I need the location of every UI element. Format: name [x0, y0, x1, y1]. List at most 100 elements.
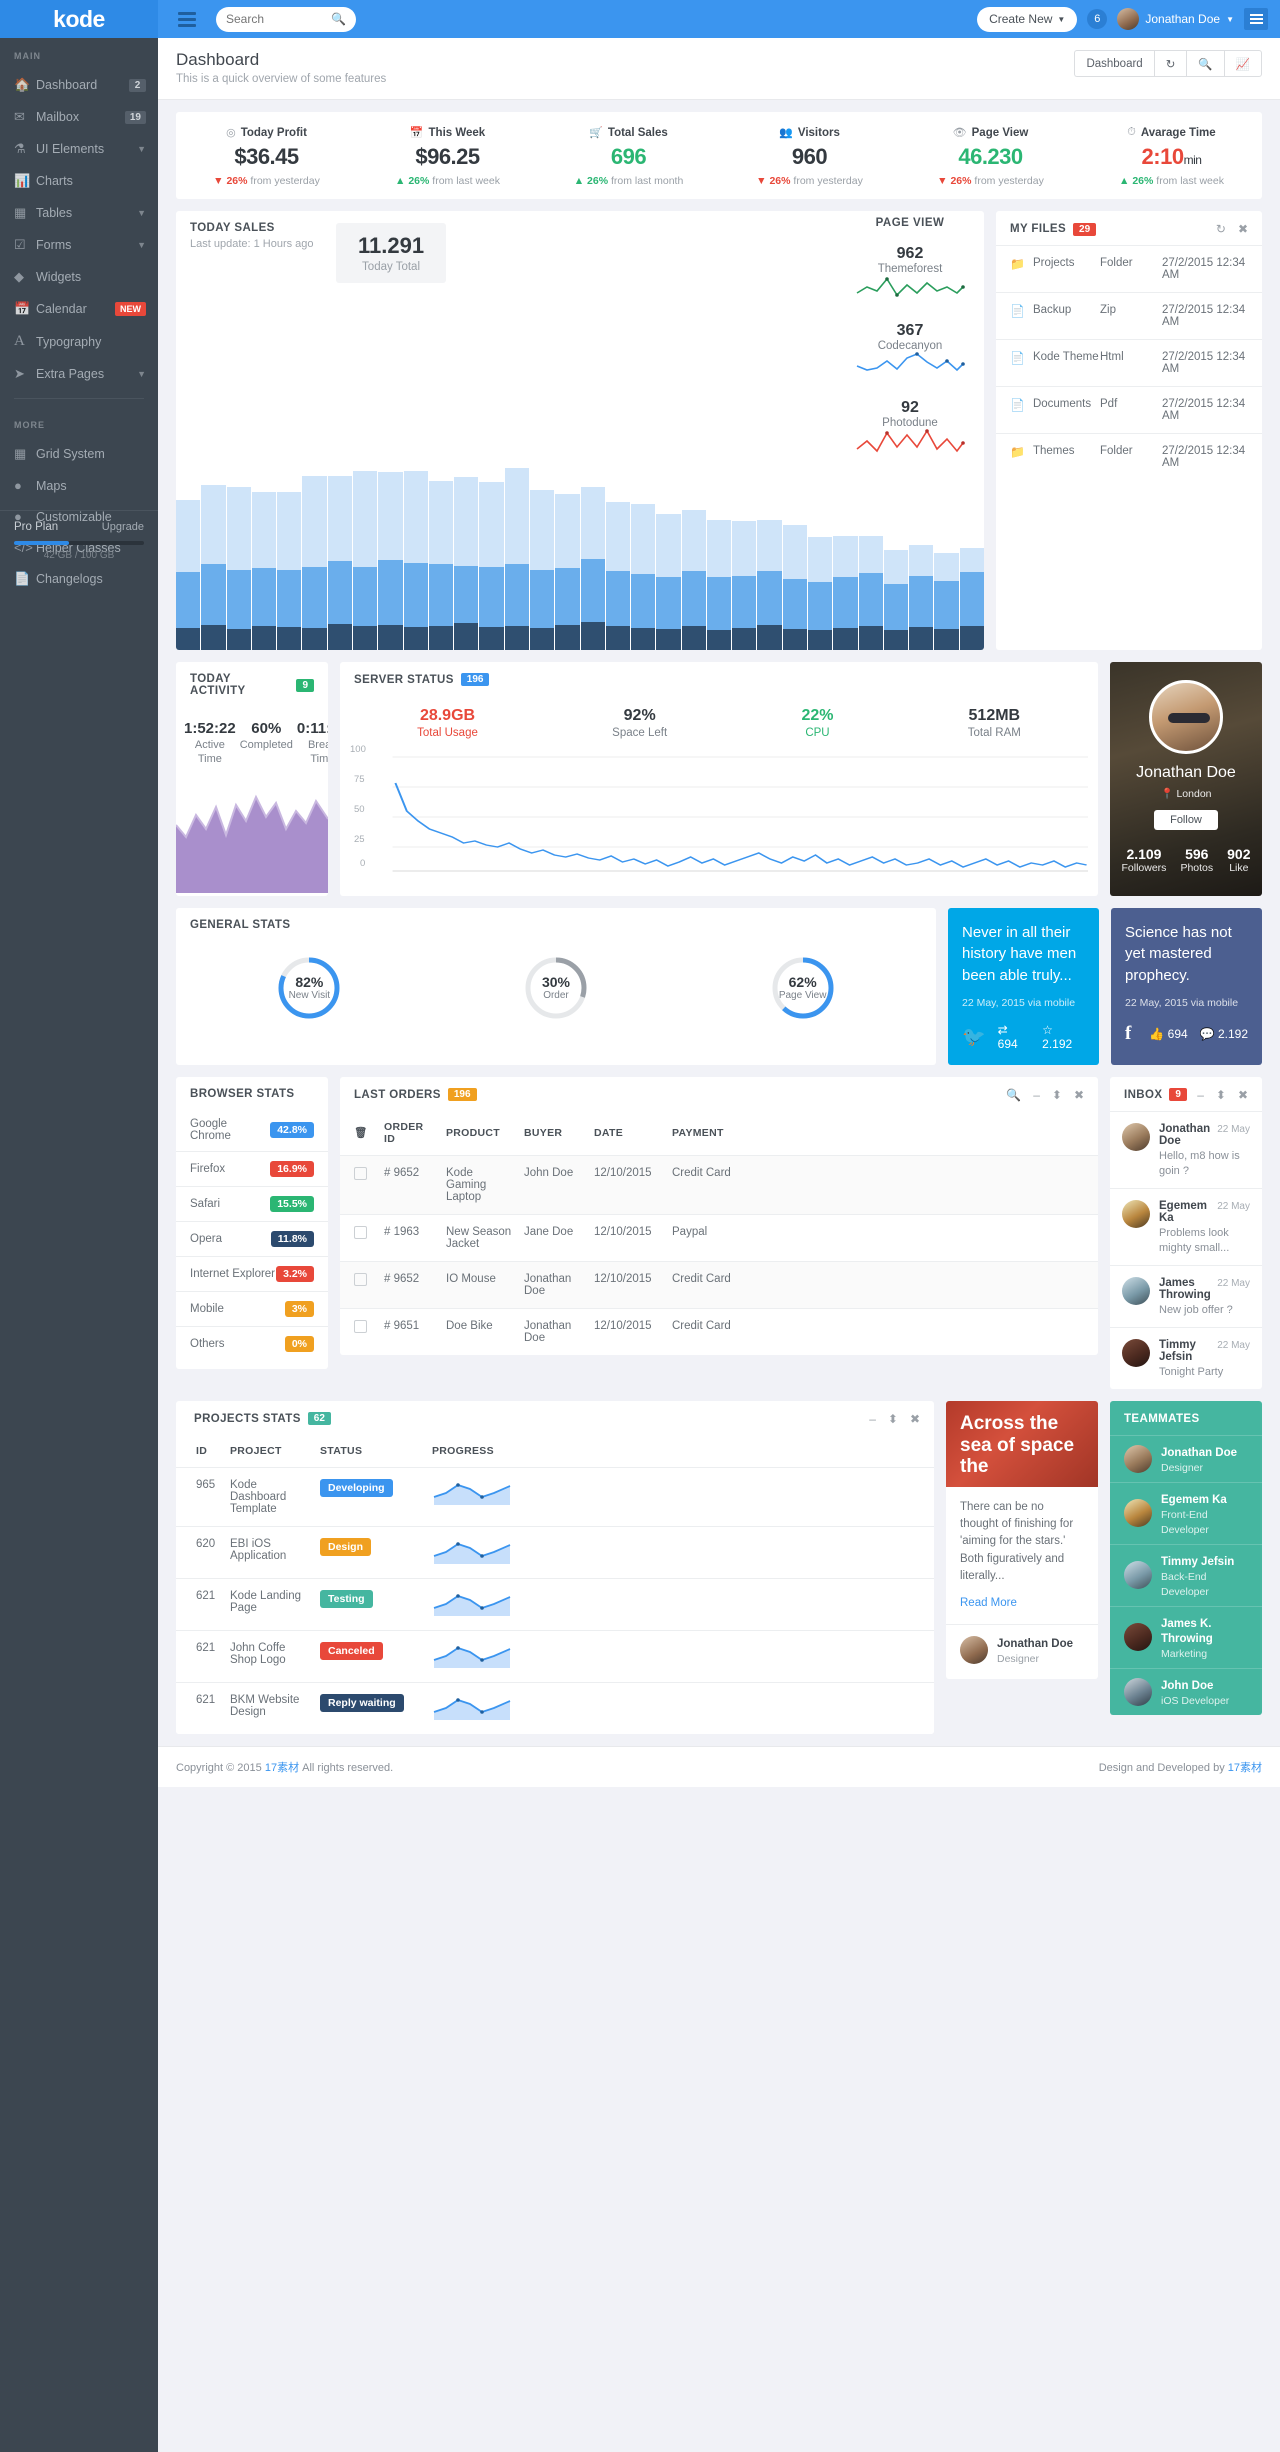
sidebar-item-dashboard[interactable]: 🏠 Dashboard 2: [0, 69, 158, 101]
expand-icon[interactable]: ⬍: [888, 1412, 898, 1426]
close-icon[interactable]: ✖: [1238, 1088, 1248, 1102]
search-icon[interactable]: 🔍: [331, 12, 346, 26]
list-item[interactable]: Egemem Ka Front-End Developer: [1110, 1481, 1262, 1544]
user-menu[interactable]: Jonathan Doe ▼: [1117, 8, 1234, 30]
footer-link[interactable]: 17素材: [265, 1762, 299, 1774]
list-item[interactable]: 📄 Documents Pdf 27/2/2015 12:34 AM: [996, 386, 1262, 433]
notification-badge[interactable]: 6: [1087, 9, 1108, 29]
table-row[interactable]: 620 EBI iOS Application Design: [176, 1525, 934, 1579]
bar-segment: [327, 624, 352, 650]
list-item[interactable]: 📄 Kode Theme Html 27/2/2015 12:34 AM: [996, 339, 1262, 386]
col-buyer: BUYER: [524, 1126, 563, 1139]
bar-column: [226, 486, 251, 650]
sidebar-item-extra-pages[interactable]: ➤ Extra Pages ▼: [0, 358, 158, 390]
table-row[interactable]: # 9651 Doe Bike Jonathan Doe 12/10/2015 …: [340, 1307, 1098, 1355]
close-icon[interactable]: ✖: [910, 1412, 920, 1426]
table-row[interactable]: 965 Kode Dashboard Template Developing: [176, 1466, 934, 1527]
list-item[interactable]: Opera 11.8%: [176, 1220, 328, 1256]
refresh-icon[interactable]: ↻: [1153, 50, 1187, 77]
stat-delta: ▲ 26% from last week: [395, 175, 500, 187]
server-status-line-chart: [392, 756, 1088, 872]
minimize-icon[interactable]: –: [1033, 1088, 1040, 1102]
list-item[interactable]: Mobile 3%: [176, 1290, 328, 1326]
menu-toggle-button[interactable]: [170, 11, 204, 27]
expand-icon[interactable]: ⬍: [1216, 1088, 1226, 1102]
right-panel-toggle[interactable]: [1244, 8, 1268, 30]
footer-link[interactable]: 17素材: [1228, 1762, 1262, 1774]
search-icon[interactable]: 🔍: [1006, 1088, 1021, 1102]
follow-button[interactable]: Follow: [1154, 810, 1218, 830]
table-row[interactable]: 621 Kode Landing Page Testing: [176, 1577, 934, 1631]
list-item[interactable]: James K. Throwing Marketing: [1110, 1605, 1262, 1668]
dashboard-button[interactable]: Dashboard: [1074, 50, 1154, 77]
progress-sparkline: [433, 1645, 511, 1668]
list-item[interactable]: 📄 Backup Zip 27/2/2015 12:34 AM: [996, 292, 1262, 339]
table-row[interactable]: # 9652 Kode Gaming Laptop John Doe 12/10…: [340, 1154, 1098, 1215]
sidebar-item-forms[interactable]: ☑ Forms ▼: [0, 229, 158, 261]
list-item[interactable]: Jonathan Doe Designer: [1110, 1434, 1262, 1482]
search-input[interactable]: [226, 12, 326, 26]
table-row[interactable]: # 9652 IO Mouse Jonathan Doe 12/10/2015 …: [340, 1260, 1098, 1309]
search-box[interactable]: 🔍: [216, 6, 356, 32]
list-item[interactable]: Others 0%: [176, 1325, 328, 1361]
list-item[interactable]: Firefox 16.9%: [176, 1150, 328, 1186]
list-item[interactable]: Jonathan Doe 22 May Hello, m8 how is goin …: [1110, 1110, 1262, 1188]
row-checkbox[interactable]: [354, 1225, 367, 1239]
list-item[interactable]: 📁 Themes Folder 27/2/2015 12:34 AM: [996, 433, 1262, 480]
row-checkbox[interactable]: [354, 1319, 367, 1333]
sidebar-item-label: Mailbox: [36, 110, 80, 124]
list-item[interactable]: John Doe iOS Developer: [1110, 1667, 1262, 1715]
create-new-button[interactable]: Create New ▼: [977, 6, 1078, 32]
facebook-quote: Science has not yet mastered prophecy.: [1125, 923, 1232, 985]
close-icon[interactable]: ✖: [1238, 222, 1248, 236]
close-icon[interactable]: ✖: [1074, 1088, 1084, 1102]
table-row[interactable]: 621 John Coffe Shop Logo Canceled: [176, 1629, 934, 1683]
file-type: Zip: [1100, 304, 1116, 316]
sidebar-item-maps[interactable]: ● Maps: [0, 470, 158, 501]
row-checkbox[interactable]: [354, 1166, 367, 1180]
list-item[interactable]: Egemem Ka 22 May Problems look mighty smal…: [1110, 1187, 1262, 1265]
plan-upgrade-link[interactable]: Upgrade: [102, 521, 144, 533]
list-item[interactable]: Safari 15.5%: [176, 1185, 328, 1221]
twitter-date: 22 May, 2015 via mobile: [962, 996, 1076, 1009]
bar-column: [883, 550, 909, 650]
sidebar-item-charts[interactable]: 📊 Charts: [0, 165, 158, 197]
search-icon[interactable]: 🔍: [1186, 50, 1224, 77]
bar-segment: [934, 553, 959, 581]
minimize-icon[interactable]: –: [869, 1412, 876, 1426]
table-row[interactable]: # 1963 New Season Jacket Jane Doe 12/10/…: [340, 1213, 1098, 1262]
sidebar-item-calendar[interactable]: 📅 Calendar NEW: [0, 293, 158, 325]
minimize-icon[interactable]: –: [1197, 1088, 1204, 1102]
today-total-label: Today Total: [362, 261, 421, 273]
row-projects-quote-team: PROJECTS STATS 62 – ⬍ ✖ ID PROJECT STATU…: [176, 1400, 1262, 1734]
expand-icon[interactable]: ⬍: [1052, 1088, 1062, 1102]
list-item[interactable]: Timmy Jefsin Back-End Developer: [1110, 1543, 1262, 1606]
browser-name: Opera: [190, 1232, 222, 1245]
list-item[interactable]: Google Chrome 42.8%: [176, 1109, 328, 1151]
trash-icon[interactable]: 🗑: [340, 1111, 378, 1156]
sidebar-item-tables[interactable]: ▦ Tables ▼: [0, 197, 158, 229]
sidebar-item-widgets[interactable]: ◆ Widgets: [0, 261, 158, 293]
twitter-icon[interactable]: 🐦: [962, 1025, 986, 1049]
brand-logo[interactable]: kode: [0, 0, 158, 38]
file-name: Projects: [1032, 257, 1075, 269]
bar-segment: [681, 625, 706, 650]
row-checkbox[interactable]: [354, 1272, 367, 1286]
bar-segment: [757, 625, 782, 650]
read-more-link[interactable]: Read More: [960, 1595, 1017, 1612]
sidebar-item-ui-elements[interactable]: ⚗ UI Elements ▼: [0, 133, 158, 165]
list-item[interactable]: James Throwing 22 May New job offer ?: [1110, 1264, 1262, 1327]
refresh-icon[interactable]: ↻: [1216, 222, 1226, 236]
sidebar-item-typography[interactable]: A Typography: [0, 325, 158, 358]
sidebar-item-mailbox[interactable]: ✉ Mailbox 19: [0, 101, 158, 133]
list-item[interactable]: 📁 Projects Folder 27/2/2015 12:34 AM: [996, 245, 1262, 292]
table-row[interactable]: 621 BKM Website Design Reply waiting: [176, 1681, 934, 1734]
list-item[interactable]: Internet Explorer 3.2%: [176, 1255, 328, 1291]
sidebar-item-grid-system[interactable]: ▦ Grid System: [0, 438, 158, 470]
chart-icon[interactable]: 📈: [1223, 50, 1262, 77]
progress-sparkline: [433, 1697, 511, 1720]
sidebar-item-label: Calendar: [36, 302, 87, 316]
facebook-icon[interactable]: f: [1125, 1023, 1131, 1045]
bar-column: [858, 536, 883, 650]
list-item[interactable]: Timmy Jefsin 22 May Tonight Party: [1110, 1326, 1262, 1389]
